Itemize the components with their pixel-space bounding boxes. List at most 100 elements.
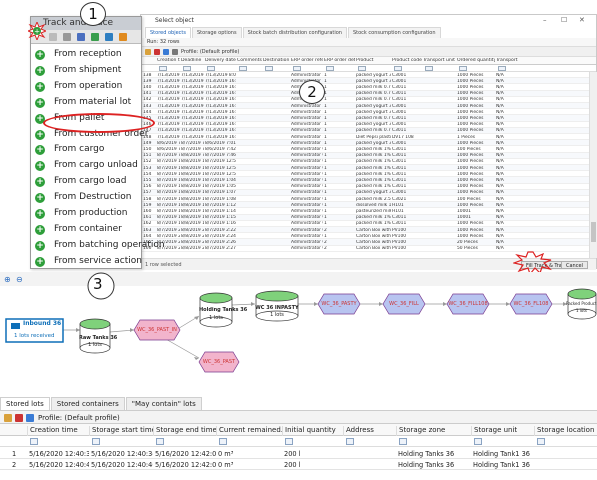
menu-item[interactable]: + From material lot (31, 95, 143, 111)
row-id: 159 (143, 202, 152, 208)
filter-icon[interactable] (265, 66, 273, 71)
stored-tab[interactable]: Stored lots (0, 397, 50, 410)
menu-item[interactable]: + From container (31, 222, 143, 238)
filter-icon[interactable] (425, 66, 433, 71)
filter-icon[interactable] (346, 438, 354, 445)
profile-selector[interactable]: Profile: (Default profile) (181, 49, 239, 55)
filter-icon[interactable] (207, 66, 215, 71)
tool-icon-2[interactable] (63, 33, 71, 41)
filter-icon[interactable] (30, 438, 38, 445)
filter-icon[interactable] (459, 66, 467, 71)
vertical-scrollbar[interactable] (589, 72, 597, 258)
filter-icon[interactable] (293, 66, 301, 71)
filter-icon[interactable] (172, 48, 178, 55)
folder-icon[interactable] (4, 414, 12, 422)
window-tab[interactable]: Stock consumption configuration (347, 27, 441, 38)
profile-selector[interactable]: Profile: (Default profile) (38, 414, 120, 422)
filter-icon[interactable] (239, 66, 247, 71)
table-cell: 1000 Pieces (457, 109, 484, 115)
close-icon[interactable]: ✕ (579, 16, 585, 24)
column-header[interactable]: Transport (496, 58, 526, 63)
column-header[interactable]: Creation time (157, 58, 180, 63)
menu-item[interactable]: + From reception (31, 47, 143, 63)
stored-tab[interactable]: Stored containers (50, 397, 125, 410)
column-header[interactable]: Ordered quantity (457, 58, 495, 63)
stored-tab[interactable]: "May contain" lots (125, 397, 202, 410)
refresh-icon[interactable] (163, 48, 169, 55)
menu-item[interactable]: + From service action (31, 254, 143, 270)
menu-item[interactable]: + From production (31, 206, 143, 222)
table-cell: C3011 (392, 184, 407, 190)
menu-item[interactable]: + From shipment (31, 63, 143, 79)
column-header[interactable]: Comments (237, 58, 262, 63)
add-burst-icon[interactable]: + (28, 22, 46, 40)
column-header[interactable]: Product code (392, 58, 422, 63)
tool-icon-5[interactable] (105, 33, 113, 41)
column-header[interactable]: ERP order reference (291, 58, 323, 63)
column-header[interactable]: Storage location (534, 426, 597, 436)
table-row[interactable]: 1 5/16/2020 12:40:34...5/16/2020 12:40:34… (0, 448, 597, 459)
column-header[interactable]: Address (343, 426, 396, 436)
raw-tanks-sub: 1 lots (88, 342, 102, 348)
refresh-icon[interactable] (26, 414, 34, 422)
window-tab[interactable]: Storage options (192, 27, 242, 38)
column-header[interactable]: Transport unit (423, 58, 456, 63)
table-row[interactable]: 2 5/16/2020 12:40:46...5/16/2020 12:40:46… (0, 459, 597, 470)
cancel-button[interactable]: Cancel (561, 261, 588, 269)
filter-icon[interactable] (285, 438, 293, 445)
filter-icon[interactable] (498, 66, 506, 71)
column-header[interactable]: Product (356, 58, 391, 63)
tool-icon-3[interactable] (77, 33, 85, 41)
column-header[interactable]: ERP order detail ref... (324, 58, 355, 63)
column-header[interactable]: Deadline (181, 58, 204, 63)
filter-icon[interactable] (358, 66, 366, 71)
minimize-icon[interactable]: – (543, 16, 547, 24)
track-trace-popup: Track and Trace + From reception + From shi… (30, 16, 165, 270)
filter-icon[interactable] (159, 66, 167, 71)
menu-item[interactable]: + From Destruction (31, 190, 143, 206)
filter-icon[interactable] (219, 438, 227, 445)
filter-icon[interactable] (326, 66, 334, 71)
table-cell: Administrator 071... (291, 239, 323, 245)
filter-icon[interactable] (183, 66, 191, 71)
column-header[interactable]: Delivery date (205, 58, 236, 63)
menu-item[interactable]: + From batching operation (31, 238, 165, 254)
filter-icon[interactable] (474, 438, 482, 445)
column-header[interactable]: Storage unit (471, 426, 534, 436)
menu-item[interactable]: + From cargo unload (31, 158, 143, 174)
stored-toolbar: Profile: (Default profile) (0, 410, 597, 424)
menu-item[interactable]: + From operation (31, 79, 143, 95)
column-header[interactable]: Creation time (27, 426, 89, 436)
filter-icon[interactable] (399, 438, 407, 445)
add-circle-icon: + (35, 161, 45, 172)
scrollbar-thumb[interactable] (591, 222, 596, 242)
column-header[interactable]: Destination (263, 58, 290, 63)
table-cell: 8/6/2019 7:42:15 AM (157, 146, 180, 152)
tool-icon-1[interactable] (49, 33, 57, 41)
filter-icon[interactable] (394, 66, 402, 71)
menu-item[interactable]: + From cargo (31, 142, 143, 158)
table-cell: 1000 Pieces (457, 159, 484, 165)
window-tab[interactable]: Stock batch distribution configuration (242, 27, 347, 38)
column-header[interactable]: Current remained... (216, 426, 282, 436)
window-tab[interactable]: Stored objects (145, 27, 191, 38)
table-cell: packed milk 0.7% ... (356, 97, 391, 103)
table-cell: C3001 (392, 190, 407, 196)
maximize-icon[interactable]: ☐ (561, 16, 567, 24)
delete-icon[interactable] (154, 48, 160, 55)
delete-icon[interactable] (15, 414, 23, 422)
column-header[interactable]: Storage start time (89, 426, 153, 436)
table-cell: 7/13/2019 16:45:1... (157, 109, 180, 115)
table-cell: C3001 (392, 78, 407, 84)
filter-icon[interactable] (537, 438, 545, 445)
filter-icon[interactable] (92, 438, 100, 445)
table-cell: 2 (324, 246, 327, 252)
column-header[interactable]: Storage zone (396, 426, 471, 436)
column-header[interactable]: Initial quantity (282, 426, 343, 436)
folder-icon[interactable] (145, 48, 151, 55)
column-header[interactable]: Storage end time (153, 426, 216, 436)
tool-icon-4[interactable] (91, 33, 99, 41)
menu-item[interactable]: + From cargo load (31, 174, 143, 190)
filter-icon[interactable] (156, 438, 164, 445)
tool-icon-6[interactable] (119, 33, 127, 41)
